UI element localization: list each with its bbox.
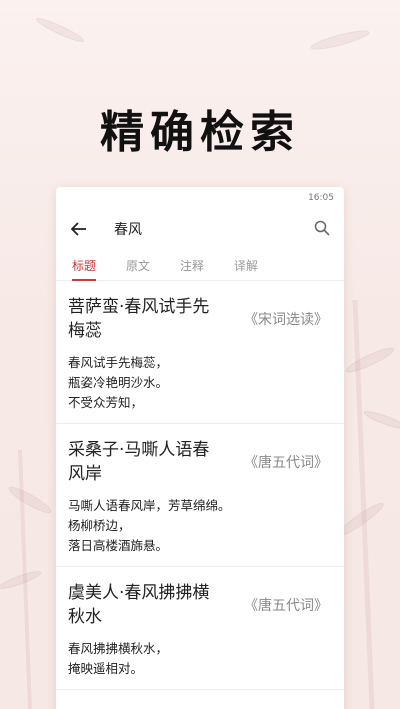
result-item[interactable]: 菩萨蛮·春风试手先梅蕊 《宋词选读》 春风试手先梅蕊， 瓶姿冷艳明沙水。 不受众… [56, 281, 344, 424]
result-line: 春风试手先梅蕊， [68, 355, 169, 370]
result-line: 瓶姿冷艳明沙水。 [68, 375, 169, 390]
status-bar: 16:05 [56, 187, 344, 209]
result-source: 《宋词选读》 [244, 312, 328, 328]
phone-screen: 16:05 春风 标题 原文 注释 译解 菩萨蛮·春风试手先梅蕊 《宋词选读》 [56, 187, 344, 709]
result-title: 菩萨蛮·春风试手先梅蕊 [68, 297, 210, 341]
result-title: 虞美人·春风拂拂横秋水 [68, 583, 210, 627]
result-line: 杨柳桥边， [68, 518, 131, 533]
search-bar: 春风 [56, 209, 344, 249]
search-icon[interactable] [314, 220, 332, 238]
tab-bar: 标题 原文 注释 译解 [56, 251, 344, 281]
tab-original-text[interactable]: 原文 [126, 257, 150, 280]
back-arrow-icon[interactable] [70, 220, 88, 238]
search-query[interactable]: 春风 [114, 219, 314, 239]
result-line: 马嘶人语春风岸，芳草绵绵。 [68, 498, 231, 513]
result-line: 掩映遥相对。 [68, 661, 144, 676]
result-source: 《唐五代词》 [244, 598, 328, 614]
result-line: 不受众芳知， [68, 395, 144, 410]
result-item[interactable]: 采桑子·马嘶人语春风岸 《唐五代词》 马嘶人语春风岸，芳草绵绵。 杨柳桥边， 落… [56, 424, 344, 567]
result-line: 落日高楼酒旆悬。 [68, 538, 169, 553]
result-title: 采桑子·马嘶人语春风岸 [68, 440, 210, 484]
result-line: 春风拂拂横秋水， [68, 641, 169, 656]
status-time: 16:05 [308, 193, 334, 203]
tab-translation[interactable]: 译解 [234, 257, 258, 280]
result-source: 《唐五代词》 [244, 455, 328, 471]
result-list: 菩萨蛮·春风试手先梅蕊 《宋词选读》 春风试手先梅蕊， 瓶姿冷艳明沙水。 不受众… [56, 281, 344, 690]
headline: 精确检索 [100, 107, 300, 158]
tab-annotation[interactable]: 注释 [180, 257, 204, 280]
result-item[interactable]: 虞美人·春风拂拂横秋水 《唐五代词》 春风拂拂横秋水， 掩映遥相对。 [56, 567, 344, 690]
tab-title[interactable]: 标题 [72, 257, 97, 281]
